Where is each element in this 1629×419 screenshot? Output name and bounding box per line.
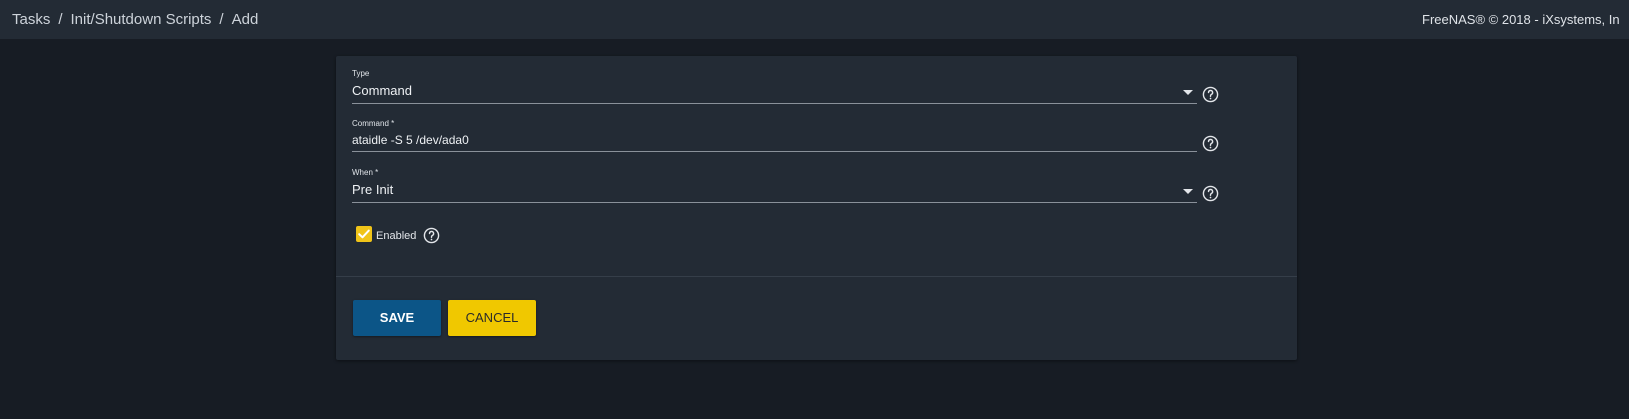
command-field[interactable]: Command * ataidle -S 5 /dev/ada0 — [352, 118, 1197, 154]
enabled-label: Enabled — [376, 230, 417, 242]
top-bar: Tasks / Init/Shutdown Scripts / Add FreeNAS®… — [0, 0, 1629, 39]
enabled-checkbox[interactable] — [356, 226, 372, 242]
type-underline — [352, 103, 1197, 104]
type-select[interactable]: Type Command — [352, 68, 1197, 104]
breadcrumb-separator: / — [219, 11, 224, 28]
breadcrumb-item-init-shutdown-scripts[interactable]: Init/Shutdown Scripts — [71, 11, 212, 28]
help-icon[interactable] — [423, 227, 440, 244]
when-label: When * — [352, 168, 379, 177]
when-value: Pre Init — [352, 182, 394, 197]
form-card: Type Command Command * ataidle -S 5 /dev… — [336, 56, 1297, 360]
breadcrumb-item-tasks[interactable]: Tasks — [12, 11, 50, 28]
cancel-button[interactable]: CANCEL — [448, 300, 536, 336]
save-button[interactable]: SAVE — [353, 300, 441, 336]
dropdown-arrow-icon[interactable] — [1183, 90, 1193, 95]
command-label: Command * — [352, 119, 395, 128]
command-underline — [352, 151, 1197, 152]
breadcrumb-item-add: Add — [231, 11, 259, 28]
form-divider — [336, 276, 1297, 277]
type-label: Type — [352, 69, 370, 78]
when-select[interactable]: When * Pre Init — [352, 167, 1197, 203]
help-icon[interactable] — [1202, 135, 1219, 152]
breadcrumb: Tasks / Init/Shutdown Scripts / Add — [12, 0, 258, 39]
help-icon[interactable] — [1202, 185, 1219, 202]
help-icon[interactable] — [1202, 86, 1219, 103]
dropdown-arrow-icon[interactable] — [1183, 189, 1193, 194]
command-input[interactable]: ataidle -S 5 /dev/ada0 — [352, 133, 469, 147]
type-value: Command — [352, 83, 412, 98]
check-icon — [358, 229, 370, 239]
when-underline — [352, 202, 1197, 203]
copyright-text: FreeNAS® © 2018 - iXsystems, In — [1422, 12, 1620, 27]
breadcrumb-separator: / — [58, 11, 63, 28]
